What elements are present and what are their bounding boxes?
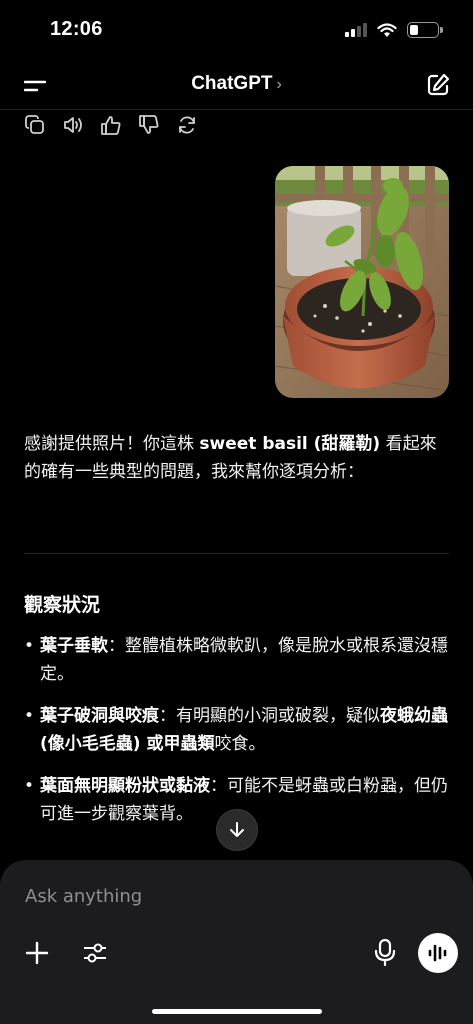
home-indicator — [152, 1009, 322, 1014]
status-icons — [345, 22, 443, 38]
app-title: ChatGPT — [191, 73, 273, 94]
basil-photo-drawing — [275, 166, 449, 398]
bullet-text-end: 咬食。 — [214, 734, 266, 754]
list-item: 葉子破洞與咬痕：有明顯的小洞或破裂，疑似夜蛾幼蟲 (像小毛毛蟲) 或甲蟲類咬食。 — [24, 702, 449, 758]
bullet-text: ：有明顯的小洞或破裂，疑似 — [159, 706, 380, 726]
assistant-intro-text: 感謝提供照片！你這株 sweet basil (甜羅勒) 看起來的確有一些典型的… — [24, 430, 449, 486]
status-bar: 12:06 — [0, 0, 473, 62]
regenerate-icon[interactable] — [176, 114, 198, 136]
thumbs-up-icon[interactable] — [100, 114, 122, 136]
tools-sliders-icon[interactable] — [82, 940, 108, 966]
microphone-icon[interactable] — [372, 938, 398, 966]
composer: Ask anything — [0, 860, 473, 1024]
copy-icon[interactable] — [24, 114, 46, 136]
chevron-right-icon: › — [276, 76, 282, 93]
message-actions — [24, 114, 198, 136]
waveform-icon — [428, 944, 447, 962]
section-heading: 觀察狀況 — [24, 594, 101, 616]
model-selector[interactable]: ChatGPT › — [0, 73, 473, 95]
bullet-label: 葉子垂軟 — [40, 636, 108, 656]
top-nav: ChatGPT › — [0, 62, 473, 110]
speaker-icon[interactable] — [62, 114, 84, 136]
cellular-signal-icon — [345, 23, 367, 37]
plus-icon[interactable] — [24, 940, 50, 966]
intro-text-1: 感謝提供照片！你這株 — [24, 434, 200, 454]
thumbs-down-icon[interactable] — [138, 114, 160, 136]
battery-icon — [407, 22, 443, 38]
scroll-to-bottom-button[interactable] — [216, 809, 258, 851]
status-time: 12:06 — [50, 18, 103, 40]
new-chat-icon[interactable] — [425, 72, 451, 98]
voice-mode-button[interactable] — [418, 933, 458, 973]
wifi-icon — [377, 22, 397, 37]
user-photo-basil-plant[interactable] — [275, 166, 449, 398]
bullet-label: 葉面無明顯粉狀或黏液 — [40, 776, 210, 796]
section-divider — [24, 553, 449, 554]
arrow-down-icon — [230, 822, 244, 837]
list-item: 葉子垂軟：整體植株略微軟趴，像是脫水或根系還沒穩定。 — [24, 632, 449, 688]
message-input[interactable]: Ask anything — [25, 886, 142, 907]
bullet-label: 葉子破洞與咬痕 — [40, 706, 159, 726]
intro-plant-name: sweet basil (甜羅勒) — [199, 434, 381, 454]
